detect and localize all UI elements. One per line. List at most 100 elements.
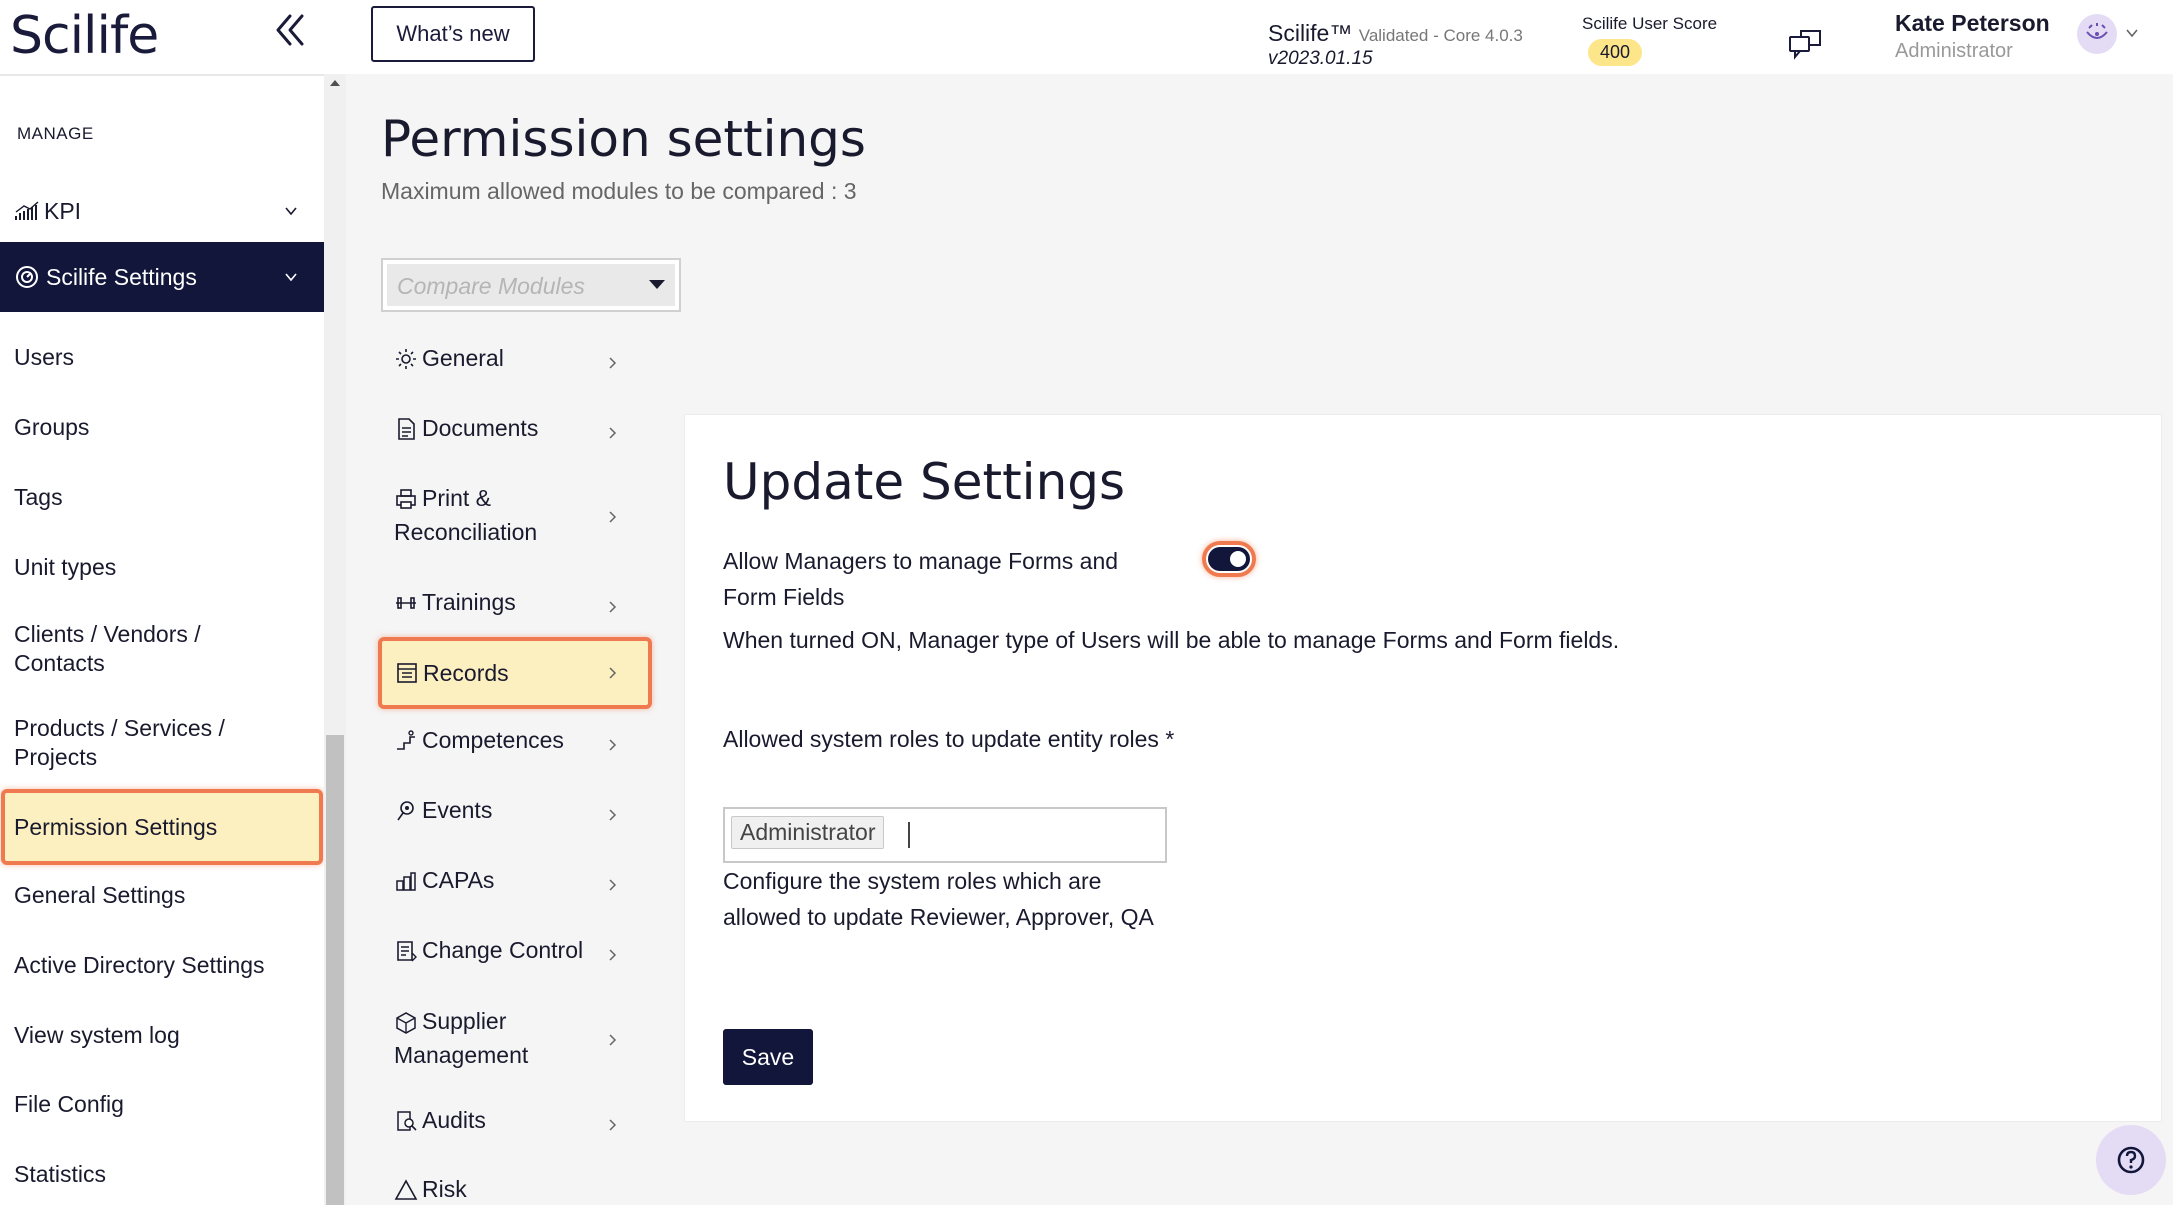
dumbbell-icon — [396, 597, 416, 609]
page-subtitle: Maximum allowed modules to be compared :… — [381, 178, 857, 204]
sidebar-item-label: KPI — [44, 197, 82, 224]
module-item-general[interactable]: General — [378, 345, 648, 381]
audit-icon — [397, 1111, 417, 1131]
chevron-down-icon — [285, 273, 297, 282]
chevron-right-icon — [609, 511, 617, 523]
user-name: Kate Peterson — [1895, 10, 2050, 36]
module-label: Risk — [422, 1176, 467, 1202]
manage-forms-toggle[interactable] — [1202, 541, 1256, 577]
chevron-right-icon — [609, 427, 617, 439]
sidebar-item-scilife-settings[interactable]: Scilife Settings — [0, 242, 324, 312]
module-item-documents[interactable]: Documents — [378, 415, 648, 451]
user-score: Scilife User Score 400 — [1582, 14, 1717, 66]
user-score-badge: 400 — [1588, 39, 1643, 66]
module-label: Competences — [422, 727, 564, 753]
sidebar-item-users[interactable]: Users — [0, 343, 324, 372]
chevron-right-icon — [609, 1034, 617, 1046]
sidebar-scrollbar-thumb[interactable] — [326, 735, 344, 1205]
module-label: Documents — [422, 415, 539, 441]
user-score-label: Scilife User Score — [1582, 14, 1718, 33]
product-name: Scilife™ — [1268, 20, 1353, 46]
chevron-right-icon — [609, 667, 617, 679]
sidebar-item-view-system-log[interactable]: View system log — [0, 1021, 324, 1050]
product-subtitle: Validated - Core 4.0.3 — [1358, 26, 1523, 45]
sidebar-item-permission-settings[interactable]: Permission Settings — [1, 789, 323, 865]
sidebar-item-groups[interactable]: Groups — [0, 413, 324, 442]
records-icon — [397, 663, 417, 683]
dropdown-caret-icon — [649, 280, 665, 289]
chevron-right-icon — [609, 357, 617, 369]
module-item-events[interactable]: Events — [378, 797, 648, 833]
sidebar-item-kpi[interactable]: KPI — [0, 186, 324, 236]
events-icon — [397, 801, 414, 821]
panel-title: Update Settings — [723, 453, 1126, 511]
sidebar-item-clients-vendors-contacts[interactable]: Clients / Vendors / Contacts — [0, 620, 230, 678]
top-bar: Scilife What’s new Scilife™ Validated - … — [0, 0, 2173, 74]
module-item-capas[interactable]: CAPAs — [378, 867, 648, 903]
help-button[interactable] — [2096, 1125, 2166, 1195]
sidebar: MANAGE KPI Scilife Settings Users Groups… — [0, 74, 324, 1205]
gear-icon — [396, 349, 416, 369]
printer-icon — [396, 489, 416, 509]
module-item-records[interactable]: Records — [378, 637, 652, 709]
module-item-competences[interactable]: Competences — [378, 727, 648, 763]
user-menu[interactable]: Kate Peterson Administrator — [1895, 10, 2050, 63]
roles-field-label: Allowed system roles to update entity ro… — [723, 726, 1175, 752]
chevron-right-icon — [609, 601, 617, 613]
competences-icon — [397, 730, 415, 750]
settings-dial-icon — [16, 266, 38, 288]
document-icon — [398, 418, 415, 440]
text-cursor — [908, 822, 910, 848]
sidebar-item-active-directory-settings[interactable]: Active Directory Settings — [0, 951, 324, 980]
chevron-right-icon — [609, 1119, 617, 1131]
chevron-right-icon — [609, 809, 617, 821]
feedback-chat-icon[interactable] — [1788, 28, 1822, 60]
whats-new-button[interactable]: What’s new — [371, 6, 535, 62]
update-settings-panel: Update Settings Allow Managers to manage… — [684, 414, 2162, 1122]
manage-forms-label: Allow Managers to manage Forms and Form … — [723, 548, 1119, 610]
compare-modules-placeholder: Compare Modules — [397, 273, 585, 299]
collapse-sidebar-icon[interactable] — [272, 10, 308, 50]
module-label: General — [422, 345, 504, 371]
module-item-change-control[interactable]: Change Control — [378, 937, 648, 973]
capa-icon — [396, 872, 416, 891]
module-item-risk[interactable]: Risk — [378, 1176, 648, 1205]
module-label: Events — [422, 797, 493, 823]
question-mark-icon — [2117, 1146, 2145, 1174]
module-item-trainings[interactable]: Trainings — [378, 589, 648, 625]
sidebar-item-statistics[interactable]: Statistics — [0, 1160, 324, 1189]
chevron-right-icon — [609, 739, 617, 751]
module-label: Change Control — [422, 937, 584, 963]
risk-icon — [394, 1179, 418, 1200]
roles-help-text: Configure the system roles which are all… — [723, 868, 1154, 930]
version-info: Scilife™ Validated - Core 4.0.3 v2023.01… — [1268, 20, 1523, 70]
chevron-right-icon — [609, 879, 617, 891]
manage-forms-description: When turned ON, Manager type of Users wi… — [723, 627, 1620, 653]
module-label: Audits — [422, 1107, 486, 1133]
role-tag-administrator[interactable]: Administrator — [731, 816, 885, 849]
compare-modules-select[interactable]: Compare Modules — [381, 258, 681, 312]
module-item-supplier-management[interactable]: Supplier Management — [378, 1004, 648, 1076]
sidebar-section-label: MANAGE — [17, 124, 94, 143]
roles-multiselect-input[interactable]: Administrator — [723, 807, 1167, 863]
chevron-right-icon — [609, 949, 617, 961]
sidebar-item-file-config[interactable]: File Config — [0, 1090, 324, 1119]
sidebar-item-general-settings[interactable]: General Settings — [0, 881, 324, 910]
sidebar-item-tags[interactable]: Tags — [0, 483, 324, 512]
module-label: Records — [423, 659, 509, 686]
avatar[interactable] — [2077, 14, 2117, 54]
kpi-chart-icon — [15, 201, 39, 220]
change-control-icon — [397, 941, 417, 962]
module-item-audits[interactable]: Audits — [378, 1107, 648, 1143]
toggle-knob — [1230, 551, 1246, 567]
save-button[interactable]: Save — [723, 1029, 813, 1085]
app-logo[interactable]: Scilife — [10, 6, 159, 66]
page-title: Permission settings — [381, 110, 866, 168]
chevron-down-icon[interactable] — [2124, 26, 2140, 40]
sidebar-item-products-services-projects[interactable]: Products / Services / Projects — [0, 714, 250, 772]
module-item-print-reconciliation[interactable]: Print & Reconciliation — [378, 481, 648, 553]
user-role: Administrator — [1895, 40, 2013, 62]
sidebar-item-unit-types[interactable]: Unit types — [0, 553, 324, 582]
sidebar-item-label: Scilife Settings — [46, 263, 197, 290]
scroll-up-arrow-icon[interactable] — [327, 76, 343, 90]
